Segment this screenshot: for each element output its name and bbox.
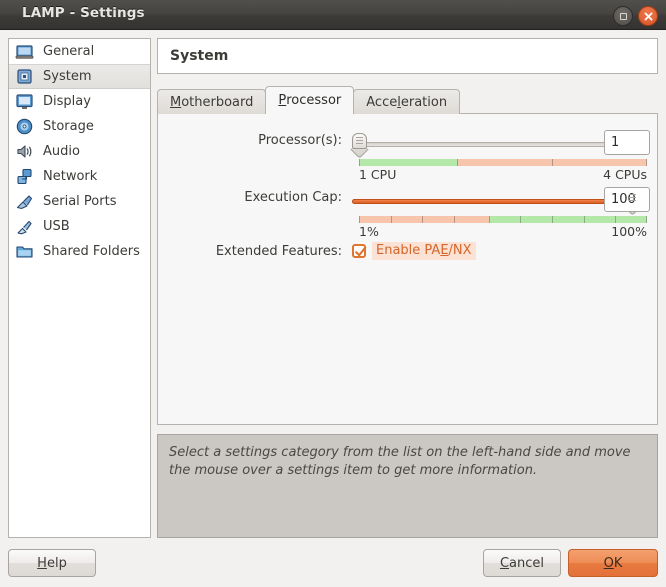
enable-pae-nx-label[interactable]: Enable PAE/NX bbox=[372, 242, 476, 260]
sidebar-item-display[interactable]: Display bbox=[9, 89, 150, 114]
sidebar-item-label: Shared Folders bbox=[43, 244, 140, 259]
execution-cap-scale-labels: 1% 100% bbox=[359, 224, 647, 239]
sidebar-item-usb[interactable]: USB bbox=[9, 214, 150, 239]
sidebar-item-label: General bbox=[43, 44, 95, 59]
processors-value: 1 bbox=[611, 135, 620, 150]
tab-label: rocessor bbox=[286, 93, 342, 108]
processors-scale-bar bbox=[359, 159, 647, 166]
sidebar-item-label: System bbox=[43, 69, 92, 84]
processors-slider-handle[interactable] bbox=[350, 133, 369, 159]
execution-cap-slider-group: 1% 100% bbox=[352, 190, 647, 239]
tab-bar: Motherboard Processor Acce l eration bbox=[157, 86, 658, 114]
sidebar-item-label: Display bbox=[43, 94, 91, 109]
processors-row: Processor(s): 1 CPU 4 CPUs bbox=[158, 133, 659, 182]
enable-pae-nx-control[interactable]: Enable PAE/NX bbox=[352, 242, 476, 260]
network-icon bbox=[15, 167, 34, 186]
processors-slider-groove[interactable] bbox=[352, 142, 640, 147]
sidebar-item-general[interactable]: General bbox=[9, 39, 150, 64]
info-pane: Select a settings category from the list… bbox=[157, 434, 658, 538]
section-header: System bbox=[157, 38, 658, 74]
window-title: LAMP - Settings bbox=[22, 5, 145, 21]
help-button[interactable]: Help bbox=[8, 549, 96, 577]
execution-cap-row: Execution Cap: 1% 100% bbox=[158, 190, 659, 239]
tab-acceleration[interactable]: Acce l eration bbox=[353, 89, 461, 114]
processors-spinbox[interactable]: 1 bbox=[604, 130, 650, 155]
sidebar-item-label: Network bbox=[43, 169, 98, 184]
close-button[interactable] bbox=[638, 6, 658, 26]
extended-features-label: Extended Features: bbox=[215, 243, 342, 259]
processors-slider-group: 1 CPU 4 CPUs bbox=[350, 133, 647, 182]
execution-cap-slider-fill bbox=[352, 199, 631, 204]
close-icon bbox=[644, 12, 652, 20]
maximize-button[interactable] bbox=[613, 6, 633, 26]
checkmark-icon bbox=[355, 246, 367, 257]
sidebar-item-shared-folders[interactable]: Shared Folders bbox=[9, 239, 150, 264]
execution-cap-label: Execution Cap: bbox=[244, 190, 342, 205]
processor-tab-pane: Processor(s): 1 CPU 4 CPUs 1 Execution C… bbox=[157, 113, 658, 425]
tab-label: Acce bbox=[366, 94, 398, 110]
ok-button[interactable]: OK bbox=[568, 549, 658, 577]
display-icon bbox=[15, 92, 34, 111]
tab-motherboard[interactable]: Motherboard bbox=[157, 89, 267, 114]
sidebar-item-network[interactable]: Network bbox=[9, 164, 150, 189]
title-bar: LAMP - Settings bbox=[0, 0, 666, 30]
speaker-icon bbox=[15, 142, 34, 161]
folder-icon bbox=[15, 242, 34, 261]
extended-features-row: Extended Features: Enable PAE/NX bbox=[158, 242, 659, 260]
execution-cap-min-label: 1% bbox=[359, 224, 379, 239]
processors-label: Processor(s): bbox=[258, 133, 342, 148]
info-text: Select a settings category from the list… bbox=[169, 445, 631, 478]
processors-min-label: 1 CPU bbox=[359, 167, 397, 182]
settings-category-list[interactable]: General System Display Storage Audio Net… bbox=[8, 38, 151, 538]
execution-cap-max-label: 100% bbox=[611, 224, 647, 239]
window-controls bbox=[613, 6, 658, 26]
square-icon bbox=[619, 12, 627, 20]
tab-label: otherboard bbox=[181, 94, 254, 110]
sidebar-item-label: Storage bbox=[43, 119, 94, 134]
sidebar-item-label: USB bbox=[43, 219, 70, 234]
page-title: System bbox=[170, 48, 229, 64]
sidebar-item-storage[interactable]: Storage bbox=[9, 114, 150, 139]
sidebar-item-system[interactable]: System bbox=[9, 64, 150, 89]
execution-cap-scale-bar bbox=[359, 216, 647, 223]
tab-processor[interactable]: Processor bbox=[265, 86, 355, 114]
sidebar-item-label: Serial Ports bbox=[43, 194, 117, 209]
processors-max-label: 4 CPUs bbox=[603, 167, 647, 182]
sidebar-item-label: Audio bbox=[43, 144, 80, 159]
chip-icon bbox=[15, 67, 34, 86]
serial-port-icon bbox=[15, 192, 34, 211]
settings-dialog: LAMP - Settings General System Display S… bbox=[0, 0, 666, 587]
processors-scale-labels: 1 CPU 4 CPUs bbox=[359, 167, 647, 182]
usb-icon bbox=[15, 217, 34, 236]
execution-cap-spinbox[interactable]: 100 bbox=[604, 187, 650, 212]
cancel-button[interactable]: Cancel bbox=[483, 549, 561, 577]
monitor-icon bbox=[15, 42, 34, 61]
sidebar-item-serial-ports[interactable]: Serial Ports bbox=[9, 189, 150, 214]
enable-pae-nx-checkbox[interactable] bbox=[352, 244, 367, 258]
sidebar-item-audio[interactable]: Audio bbox=[9, 139, 150, 164]
disc-icon bbox=[15, 117, 34, 136]
